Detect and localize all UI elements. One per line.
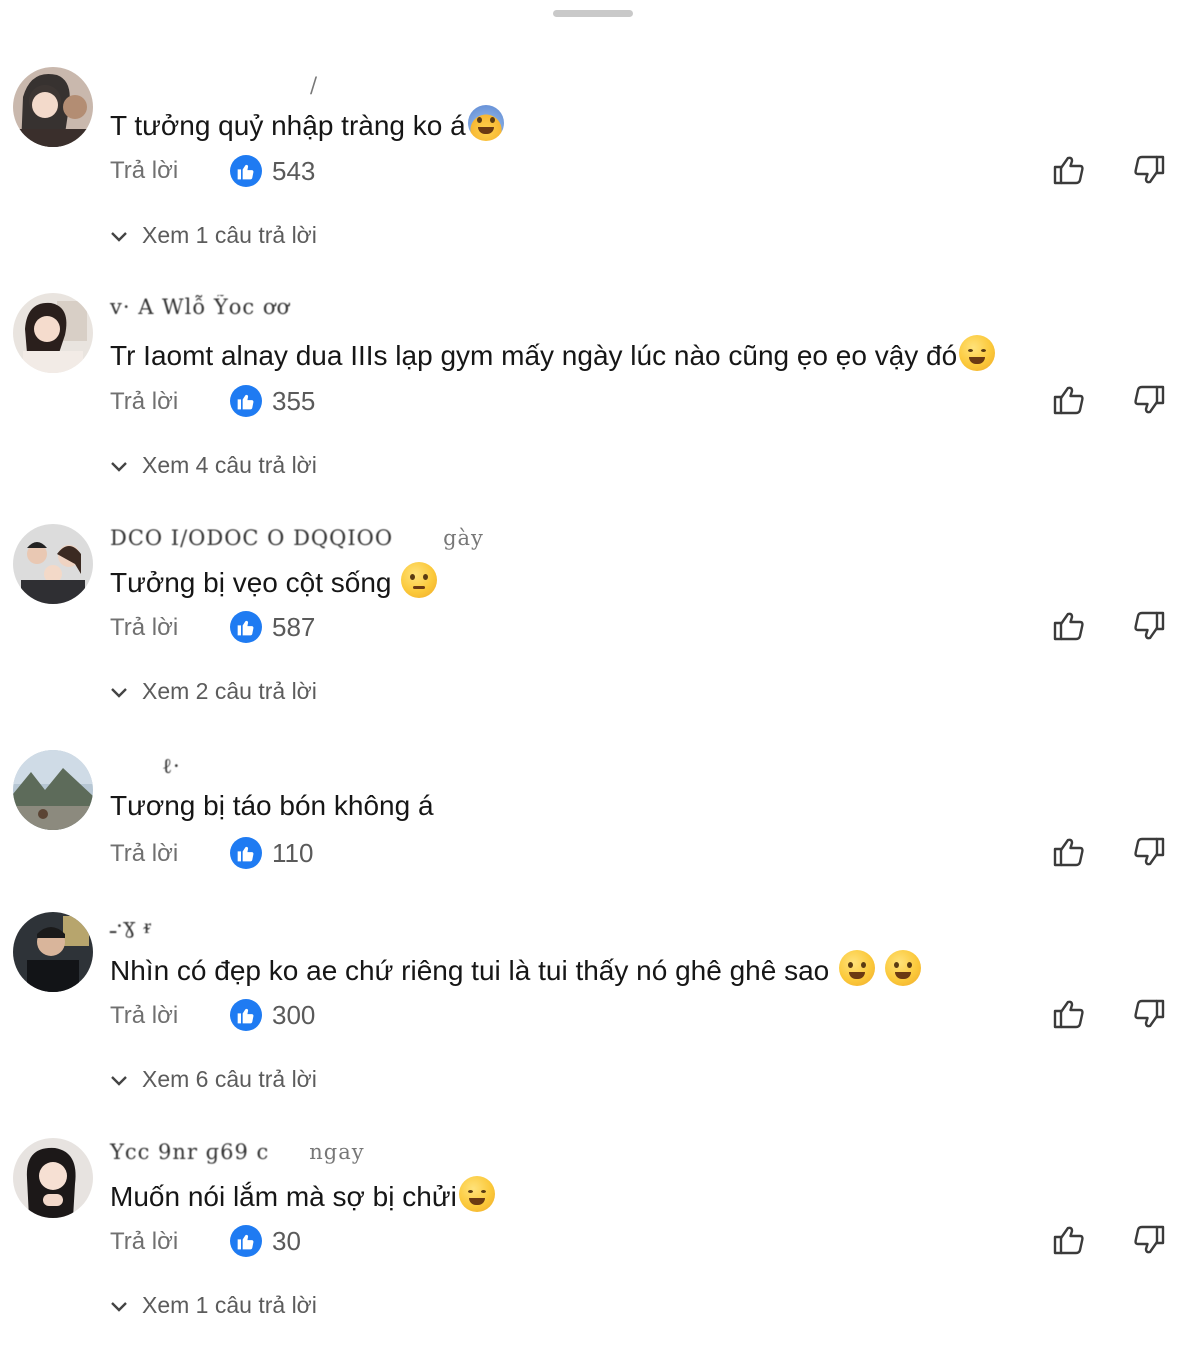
thumbs-up-icon [230,385,262,417]
thinking-face-emoji [401,562,438,598]
tears-of-joy-emoji [959,335,996,371]
like-count: 587 [272,612,316,642]
grinning-squinting-face-emoji [884,950,921,986]
dislike-button[interactable] [1131,152,1167,188]
reply-button[interactable]: Trả lời [110,840,178,868]
view-replies-button[interactable]: Xem 6 câu trả lời [108,1066,317,1093]
reply-button[interactable]: Trả lời [110,388,178,416]
avatar[interactable] [13,1138,93,1218]
chevron-down-icon [108,1295,130,1317]
view-replies-button[interactable]: Xem 1 câu trả lời [108,222,317,249]
username[interactable]: / [110,73,318,97]
thumbs-up-icon [230,611,262,643]
username[interactable]: ـ·ɣ ᵲ [110,914,152,939]
like-count: 543 [272,156,316,186]
thumbs-up-icon [230,837,262,869]
like-count: 110 [272,838,314,868]
dislike-button[interactable] [1131,834,1167,870]
reply-button[interactable]: Trả lời [110,157,178,185]
reply-button[interactable]: Trả lời [110,614,178,642]
chevron-down-icon [108,681,130,703]
view-replies-button[interactable]: Xem 1 câu trả lời [108,1292,317,1319]
comment-text: Tưởng bị vẹo cột sống [110,562,438,599]
like-button[interactable] [1051,1222,1087,1258]
dislike-button[interactable] [1131,996,1167,1032]
grinning-squinting-face-emoji [839,950,876,986]
reply-button[interactable]: Trả lời [110,1228,178,1256]
like-button[interactable] [1051,834,1087,870]
comment-text: Muốn nói lắm mà sợ bị chửi [110,1176,495,1213]
avatar[interactable] [13,912,93,992]
thumbs-up-icon [230,999,262,1031]
like-count: 355 [272,386,316,416]
like-button[interactable] [1051,608,1087,644]
username[interactable]: Ycc 9nr ɡ69 c ngay [110,1140,365,1164]
avatar[interactable] [13,750,93,830]
chevron-down-icon [108,225,130,247]
comment-text: Tr Iaomt alnay dua IIIs lạp gym mấy ngày… [110,335,996,372]
dislike-button[interactable] [1131,382,1167,418]
username[interactable]: ℓ· [110,754,181,779]
thumbs-up-icon [230,155,262,187]
like-count: 300 [272,1000,316,1030]
like-count: 30 [272,1226,301,1256]
comment-text: Tương bị táo bón không á [110,790,434,821]
username[interactable]: DCO I/ODOC O DQQIOO gày [110,526,484,550]
comment-text: Nhìn có đẹp ko ae chứ riêng tui là tui t… [110,950,921,987]
avatar[interactable] [13,67,93,147]
chevron-down-icon [108,1069,130,1091]
chevron-down-icon [108,455,130,477]
avatar[interactable] [13,293,93,373]
like-button[interactable] [1051,996,1087,1032]
view-replies-button[interactable]: Xem 2 câu trả lời [108,678,317,705]
like-button[interactable] [1051,382,1087,418]
view-replies-button[interactable]: Xem 4 câu trả lời [108,452,317,479]
fearful-face-emoji [467,105,504,141]
comment-text: T tưởng quỷ nhập tràng ko á [110,105,504,142]
like-button[interactable] [1051,152,1087,188]
thumbs-up-icon [230,1225,262,1257]
reply-button[interactable]: Trả lời [110,1002,178,1030]
avatar[interactable] [13,524,93,604]
username[interactable]: v· A Wlỗ Ỹoc ơơ [110,295,290,319]
dislike-button[interactable] [1131,1222,1167,1258]
tears-of-joy-emoji [458,1176,495,1212]
dislike-button[interactable] [1131,608,1167,644]
drag-handle[interactable] [553,10,633,17]
